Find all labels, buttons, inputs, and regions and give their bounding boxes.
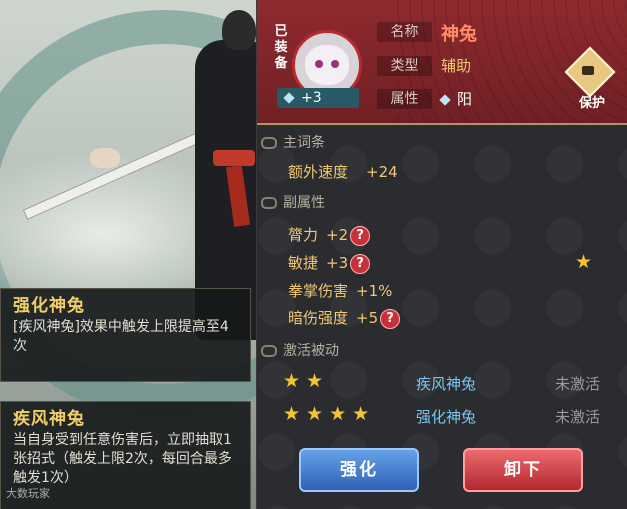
star-icon: ★ bbox=[352, 403, 370, 425]
sub-stat-row: 暗伤强度 +5? bbox=[288, 307, 401, 329]
sub-stat-value: +5 bbox=[356, 309, 379, 327]
cloud-bullet-icon bbox=[261, 137, 277, 149]
main-stat-row: 额外速度 +24 bbox=[288, 161, 398, 182]
passive-stars: ★ ★ bbox=[283, 370, 329, 392]
sub-stat-name: 拳掌伤害 bbox=[288, 282, 349, 300]
passive-name[interactable]: 强化神兔 bbox=[416, 406, 476, 427]
type-label: 类型 bbox=[377, 56, 432, 76]
help-icon[interactable]: ? bbox=[350, 225, 371, 246]
name-label: 名称 bbox=[377, 22, 432, 42]
sub-stat-value: +3 bbox=[326, 254, 349, 272]
sub-stat-name: 敏捷 bbox=[288, 254, 319, 272]
passive-stars: ★ ★ ★ ★ bbox=[283, 403, 375, 425]
passives-header-label: 激活被动 bbox=[283, 343, 339, 359]
passive-name[interactable]: 疾风神兔 bbox=[416, 373, 476, 394]
passive-state: 未激活 bbox=[555, 408, 601, 426]
protect-label: 保护 bbox=[578, 96, 605, 111]
unequip-button[interactable]: 卸下 bbox=[463, 448, 583, 492]
equipment-detail-panel: 已装备 +3 名称 神兔 类型 辅助 属性 阳 保护 主词条 额外速度 +24 … bbox=[256, 0, 627, 509]
star-icon: ★ bbox=[306, 370, 324, 392]
character-hand bbox=[90, 148, 120, 168]
attribute-value: 阳 bbox=[457, 90, 473, 108]
tooltip-title: 强化神兔 bbox=[13, 296, 85, 316]
watermark: 大数玩家 bbox=[6, 487, 50, 500]
main-stat-header: 主词条 bbox=[261, 132, 325, 152]
passive-state: 未激活 bbox=[555, 375, 601, 393]
main-stat-header-label: 主词条 bbox=[283, 135, 325, 151]
rabbit-eye-left bbox=[315, 60, 323, 68]
sub-stats-header: 副属性 bbox=[261, 192, 325, 212]
sub-stat-name: 膂力 bbox=[288, 226, 319, 244]
star-icon: ★ bbox=[283, 370, 301, 392]
main-stat-name: 额外速度 bbox=[288, 163, 349, 181]
sub-stat-value: +2 bbox=[326, 226, 349, 244]
item-type: 辅助 bbox=[441, 57, 472, 75]
sub-stat-row: 膂力 +2? bbox=[288, 224, 371, 246]
rabbit-face bbox=[305, 45, 349, 85]
character-sash bbox=[213, 150, 255, 166]
passives-header: 激活被动 bbox=[261, 340, 339, 360]
level-value: +3 bbox=[301, 90, 322, 106]
character-head bbox=[222, 10, 256, 50]
main-stat-value: +24 bbox=[366, 163, 398, 181]
lock-icon bbox=[582, 66, 594, 75]
sub-stat-name: 暗伤强度 bbox=[288, 309, 349, 327]
rabbit-eye-right bbox=[331, 60, 339, 68]
star-icon: ★ bbox=[575, 251, 593, 273]
diamond-icon bbox=[439, 94, 451, 106]
star-icon: ★ bbox=[329, 403, 347, 425]
sub-stats-header-label: 副属性 bbox=[283, 195, 325, 211]
item-attribute: 阳 bbox=[439, 88, 473, 109]
passive-tooltip-enhanced: 强化神兔 [疾风神兔]效果中触发上限提高至4次 bbox=[0, 288, 251, 382]
star-icon: ★ bbox=[306, 403, 324, 425]
cloud-bullet-icon bbox=[261, 345, 277, 357]
diamond-icon bbox=[283, 92, 295, 104]
tooltip-description: 当自身受到任意伤害后，立即抽取1张招式（触发上限2次，每回合最多触发1次） bbox=[13, 432, 232, 486]
equipped-badge: 已装备 bbox=[274, 24, 288, 71]
star-icon: ★ bbox=[283, 403, 301, 425]
sub-stat-row: 敏捷 +3? bbox=[288, 252, 371, 274]
help-icon[interactable]: ? bbox=[350, 253, 371, 274]
tooltip-description: [疾风神兔]效果中触发上限提高至4次 bbox=[13, 319, 229, 354]
enhance-button[interactable]: 强化 bbox=[299, 448, 419, 492]
sub-stat-row: 拳掌伤害 +1% bbox=[288, 280, 392, 301]
tooltip-title: 疾风神兔 bbox=[13, 409, 85, 429]
cloud-bullet-icon bbox=[261, 197, 277, 209]
help-icon[interactable]: ? bbox=[380, 308, 401, 329]
protect-button[interactable]: 保护 bbox=[564, 46, 616, 111]
card-header: 已装备 +3 名称 神兔 类型 辅助 属性 阳 保护 bbox=[257, 0, 627, 125]
item-name: 神兔 bbox=[441, 24, 477, 45]
attribute-label: 属性 bbox=[377, 89, 432, 109]
sub-stat-value: +1% bbox=[356, 282, 393, 300]
level-badge: +3 bbox=[277, 88, 359, 108]
